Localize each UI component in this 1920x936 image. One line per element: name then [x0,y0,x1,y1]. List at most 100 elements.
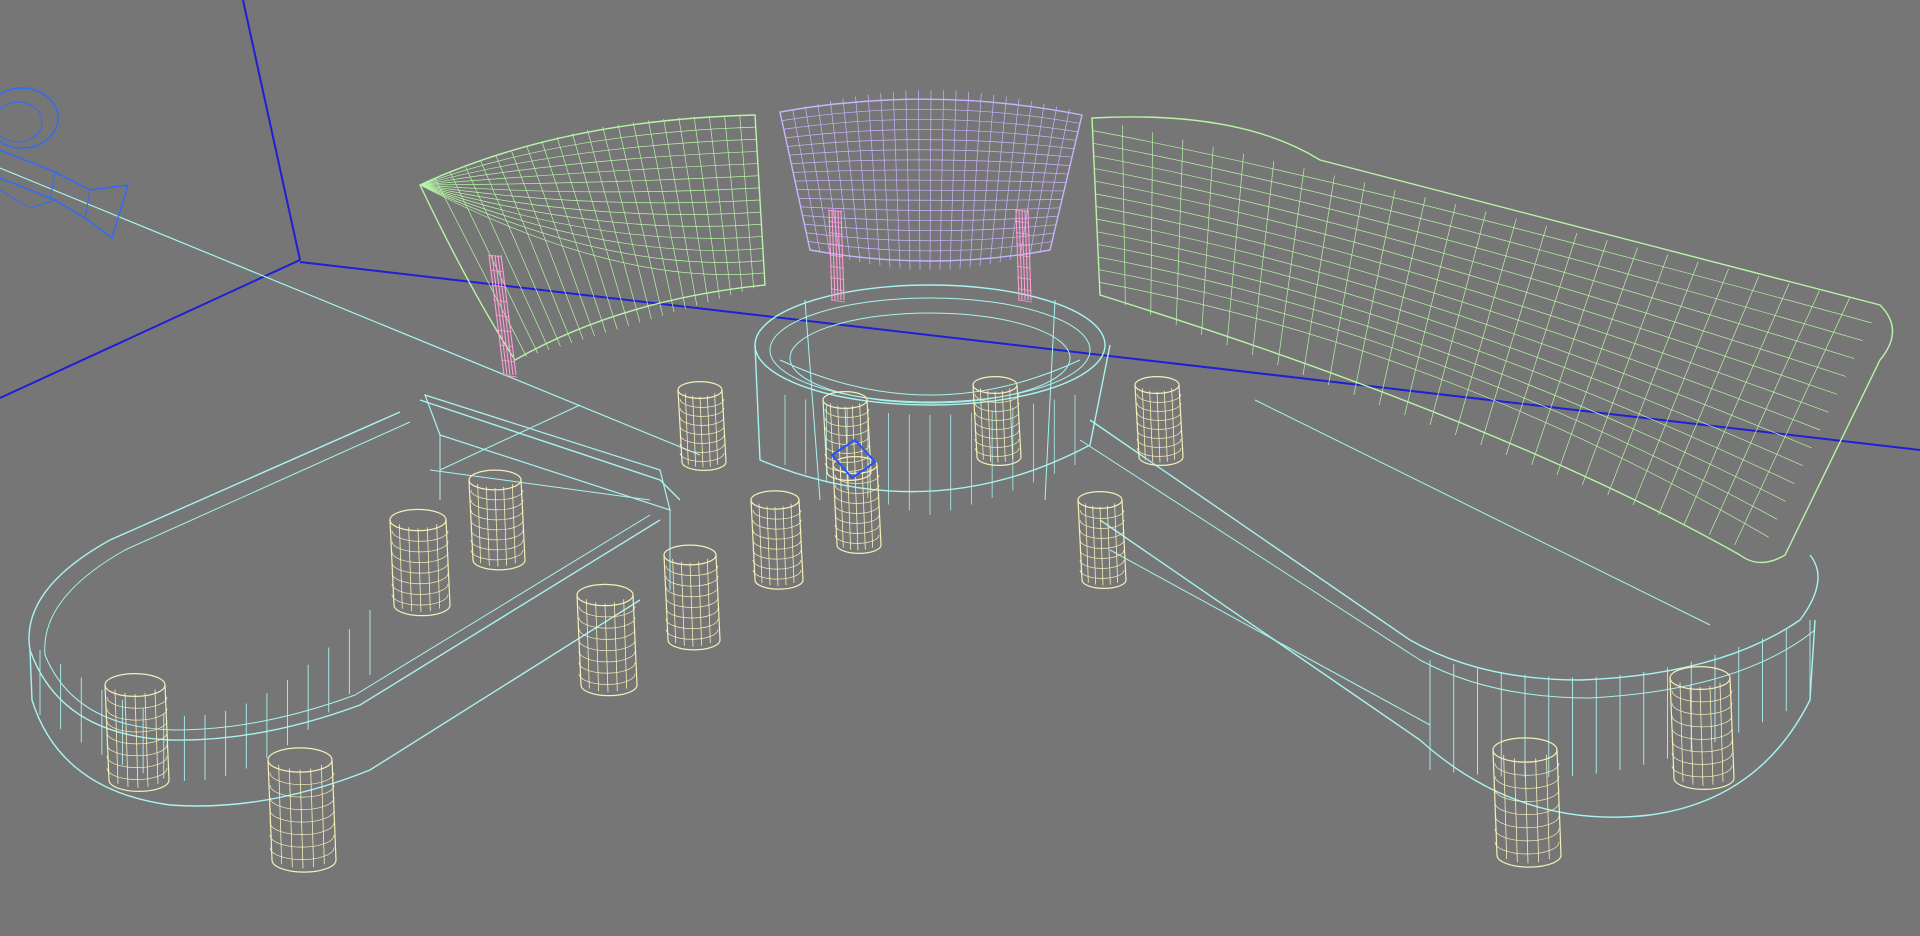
right-backrest-col [1683,283,1790,526]
sofa-leg[interactable] [1077,491,1127,589]
leg-segment [278,764,283,865]
center-backrest-col [929,89,932,271]
leg-ring [1671,690,1733,703]
leg-ring [679,398,725,408]
pole-ring [830,299,846,303]
leg-segment [154,689,159,784]
leg-cap [677,381,723,399]
leg-segment [1171,388,1176,460]
leg-cap [1669,665,1731,690]
seat-block [424,394,671,511]
right-backrest-col [1734,297,1851,546]
axis-line [0,259,301,399]
leg-segment [1141,388,1146,460]
leg-ring [391,530,449,542]
leg-cap [750,490,800,510]
leg-segment [320,764,325,865]
sofa-leg[interactable] [1669,665,1735,790]
curved-sofa-base[interactable] [28,284,1819,818]
sofa-leg[interactable] [663,544,721,651]
leg-segment [790,503,795,584]
left-backrest-row [419,163,758,186]
sofa-leg[interactable] [750,490,804,590]
leg-segment [511,483,516,564]
leg-cap [663,544,717,566]
seat-bottom-edge [1099,519,1816,818]
leg-segment [869,468,874,548]
leg-cap [576,583,634,607]
sofa-leg[interactable] [677,381,727,471]
right-backrest-col [1378,197,1426,406]
sofa-leg[interactable] [267,747,337,873]
seat-block-edge [804,299,821,501]
leg-segment [684,393,689,465]
left-backrest-col [678,117,709,303]
leg-segment [1513,758,1518,863]
leg-segment [485,486,490,566]
sofa-leg[interactable] [576,583,638,697]
leg-segment [408,527,413,612]
left-backrest-col [541,141,607,333]
leg-segment [1163,390,1168,462]
right-backrest-outline [1091,116,1894,564]
seat-block-edge [1044,299,1056,501]
leg-segment [310,768,315,868]
center-backrest-col [989,96,1007,265]
sofa-leg[interactable] [1134,376,1184,466]
seat-guide [1109,549,1431,726]
sofa-leg[interactable] [832,456,882,554]
center-backrest-col [1029,106,1058,256]
left-backrest-col [617,124,664,316]
pole-ring [1017,299,1033,303]
leg-segment [595,602,600,692]
left-backrest-col [693,116,720,299]
leg-body [1492,749,1562,868]
center-backrest-col [969,92,982,268]
leg-segment [1535,758,1540,863]
leg-segment [288,768,293,868]
sofa-leg[interactable] [389,508,451,617]
left-backrest-col [434,178,527,357]
sofa-leg[interactable] [468,469,526,571]
leg-segment [144,692,149,787]
seat-top-edge [1089,419,1819,681]
pole-2 [831,209,836,301]
leg-ring [1136,393,1182,403]
leg-segment [426,527,431,612]
right-backrest-col [1658,276,1760,516]
leg-ring [106,696,168,709]
wireframe-scene[interactable] [0,0,1920,936]
left-backrest-col [663,118,698,306]
leg-segment [672,558,677,644]
seat-inner-edge [1079,439,1816,699]
left-backrest-row [419,184,764,263]
leg-segment [436,524,441,609]
leg-segment [503,486,508,566]
left-backrest-col [511,150,584,340]
sofa-backrests[interactable] [419,89,1894,564]
sofa-leg[interactable] [972,376,1022,466]
leg-segment [477,483,482,564]
left-backrest-row [419,126,756,186]
left-backrest-col [708,116,732,296]
left-backrest-col [495,155,573,344]
left-backrest-row [419,184,763,239]
leg-segment [1084,503,1089,583]
camera-body [0,189,56,209]
leg-segment [714,393,719,465]
camera-body [49,171,91,219]
left-backrest-col [602,126,652,320]
sofa-leg[interactable] [104,672,170,792]
leg-cap [389,508,447,532]
leg-segment [1001,390,1006,462]
sofa-legs[interactable] [104,376,1735,873]
sofa-leg[interactable] [1492,737,1562,868]
left-backrest-col [556,137,618,330]
center-backrest-col [979,94,995,266]
leg-segment [706,558,711,644]
leg-segment [585,599,590,689]
scene-camera[interactable] [0,87,129,240]
leg-cap [267,747,333,773]
3d-viewport[interactable] [0,0,1920,936]
leg-ring [1671,727,1733,740]
